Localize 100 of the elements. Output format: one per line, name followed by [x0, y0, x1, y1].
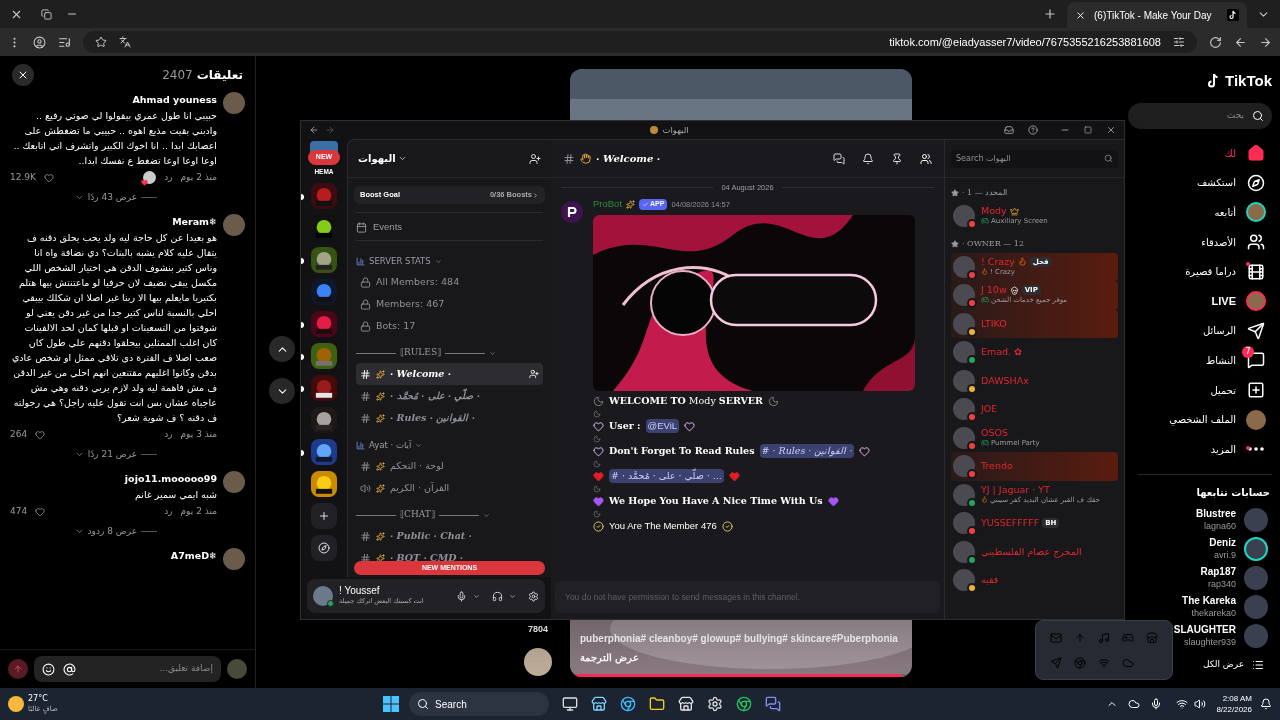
nav-item[interactable]: الأصدقاء	[1138, 227, 1272, 257]
server-name[interactable]: البهوات	[358, 151, 396, 166]
start-icon[interactable]	[383, 696, 400, 712]
member-item[interactable]: JOE	[951, 395, 1118, 424]
browser-icon[interactable]	[620, 696, 637, 712]
account-item[interactable]: Rap187 rap340	[1200, 566, 1272, 591]
channel-item[interactable]: All Members: 484	[356, 271, 543, 293]
discover-button[interactable]	[311, 534, 337, 561]
nav-item[interactable]: أتابعه	[1138, 197, 1272, 228]
channel-item[interactable]: · Welcome ·	[356, 363, 543, 385]
browser-tab[interactable]: (6)TikTok - Make Your Day	[1067, 2, 1247, 28]
nav-item[interactable]: تحميل	[1138, 375, 1272, 405]
channel-item[interactable]: · Public · Chat ·	[356, 525, 543, 547]
category-header[interactable]: Ayat · آيات	[369, 438, 412, 452]
account-item[interactable]: Blustree lagna60	[1196, 508, 1272, 533]
nav-item[interactable]: LIVE	[1138, 286, 1272, 317]
back-icon[interactable]	[1234, 35, 1247, 49]
channel-item[interactable]: · Rules · القوانين ·	[356, 407, 543, 429]
inbox-icon[interactable]	[1004, 125, 1014, 135]
store-icon[interactable]	[678, 696, 695, 712]
category-header[interactable]: ⟦CHAT⟧	[400, 508, 435, 522]
wifi-icon[interactable]	[1176, 698, 1189, 710]
account-item[interactable]: SLAUGHTER slaughter939	[1173, 624, 1272, 649]
reply-link[interactable]: رد	[164, 171, 173, 185]
member-item[interactable]: فقيه	[951, 566, 1118, 595]
like-icon[interactable]	[35, 506, 46, 517]
close-icon[interactable]	[1106, 125, 1116, 135]
events-link[interactable]: Events	[373, 220, 403, 235]
nav-item[interactable]: دراما قصيرة	[1138, 256, 1272, 287]
help-icon[interactable]	[1028, 125, 1038, 135]
add-server-button[interactable]	[311, 502, 337, 529]
search-field[interactable]: Search	[409, 692, 550, 716]
chevron-down-icon[interactable]	[473, 592, 480, 600]
like-icon[interactable]	[35, 429, 46, 440]
bookmark-star-icon[interactable]	[95, 36, 107, 48]
next-video-button[interactable]	[269, 378, 295, 404]
gear-icon[interactable]	[707, 696, 724, 712]
folder-icon[interactable]	[649, 696, 666, 712]
emoji-icon[interactable]	[42, 662, 55, 676]
member-item[interactable]: LTIKO	[951, 309, 1118, 338]
category-header[interactable]: SERVER STATS	[369, 254, 431, 268]
view-replies-link[interactable]: عرض 21 ردًا	[87, 447, 137, 461]
category-header[interactable]: ⟦RULES⟧	[400, 346, 442, 360]
like-icon[interactable]	[43, 172, 54, 183]
member-item[interactable]: المحرج عصام الفلسطيني	[951, 537, 1118, 566]
profile-icon[interactable]	[33, 35, 46, 49]
store-icon[interactable]	[591, 696, 608, 712]
channel-item[interactable]: Members: 467	[356, 293, 543, 315]
member-item[interactable]: DAWSHAx	[951, 366, 1118, 395]
channel-item[interactable]: لوحة · التحكم	[356, 455, 543, 477]
username[interactable]: ❄A7meD	[10, 548, 217, 564]
nav-item[interactable]: استكشف	[1138, 168, 1272, 198]
search-field[interactable]: Search البهوات	[951, 149, 1118, 168]
back-icon[interactable]	[309, 125, 319, 135]
nav-item[interactable]: الملف الشخصي	[1138, 404, 1272, 435]
close-button[interactable]	[12, 64, 34, 86]
previous-video-button[interactable]	[269, 336, 295, 362]
restore-icon[interactable]	[41, 8, 52, 20]
task-view-icon[interactable]	[562, 696, 579, 712]
reload-icon[interactable]	[1209, 35, 1222, 49]
close-icon[interactable]	[1075, 9, 1086, 21]
account-item[interactable]: The Kareka thekareka0	[1182, 595, 1272, 620]
translate-icon[interactable]	[119, 36, 131, 48]
channel-item[interactable]: · صلّي · على · مُحمَّد ·	[356, 385, 543, 407]
channel-item[interactable]: Bots: 17	[356, 315, 543, 337]
maximize-icon[interactable]	[1084, 126, 1092, 134]
channel-item[interactable]: القرآن · الكريم	[356, 477, 543, 499]
reading-list-icon[interactable]	[58, 35, 71, 49]
username[interactable]: Ahmad youness	[10, 92, 217, 108]
chat-app-icon[interactable]	[765, 696, 782, 712]
avatar[interactable]	[524, 648, 552, 676]
forward-icon[interactable]	[1259, 35, 1272, 49]
members-icon[interactable]	[920, 152, 932, 165]
microphone-icon[interactable]	[1150, 698, 1163, 710]
member-item[interactable]: Emad. ✿	[951, 338, 1118, 367]
comment-field[interactable]: إضافة تعليق...	[34, 656, 221, 682]
invite-icon[interactable]	[529, 152, 541, 165]
nav-item[interactable]: المزيد	[1138, 434, 1272, 465]
see-all-link[interactable]: عرض الكل	[1202, 658, 1272, 672]
view-replies-link[interactable]: عرض 43 ردًا	[87, 190, 137, 204]
account-item[interactable]: Deniz avri.9	[1209, 537, 1272, 562]
settings-icon[interactable]	[528, 590, 539, 602]
search-field[interactable]: بحث	[1128, 102, 1272, 129]
mention-icon[interactable]	[63, 662, 76, 676]
invite-icon[interactable]	[529, 369, 539, 379]
new-tab-icon[interactable]	[1043, 7, 1057, 21]
microphone-icon[interactable]	[456, 590, 467, 602]
view-replies-link[interactable]: عرض 8 ردود	[87, 524, 137, 538]
site-settings-icon[interactable]	[1173, 36, 1185, 48]
headphones-icon[interactable]	[492, 590, 503, 602]
reply-link[interactable]: رد	[164, 505, 173, 519]
cloud-icon[interactable]	[1128, 698, 1141, 710]
nav-item[interactable]: لك	[1138, 138, 1272, 169]
username[interactable]: ❄Meram	[10, 214, 217, 230]
username[interactable]: jojo11.mooooo99	[10, 471, 217, 487]
volume-icon[interactable]	[1194, 698, 1207, 710]
reply-link[interactable]: رد	[164, 428, 173, 442]
post-button[interactable]	[8, 659, 28, 679]
nav-item[interactable]: الرسائل	[1138, 316, 1272, 346]
chevron-down-icon[interactable]	[509, 592, 516, 600]
